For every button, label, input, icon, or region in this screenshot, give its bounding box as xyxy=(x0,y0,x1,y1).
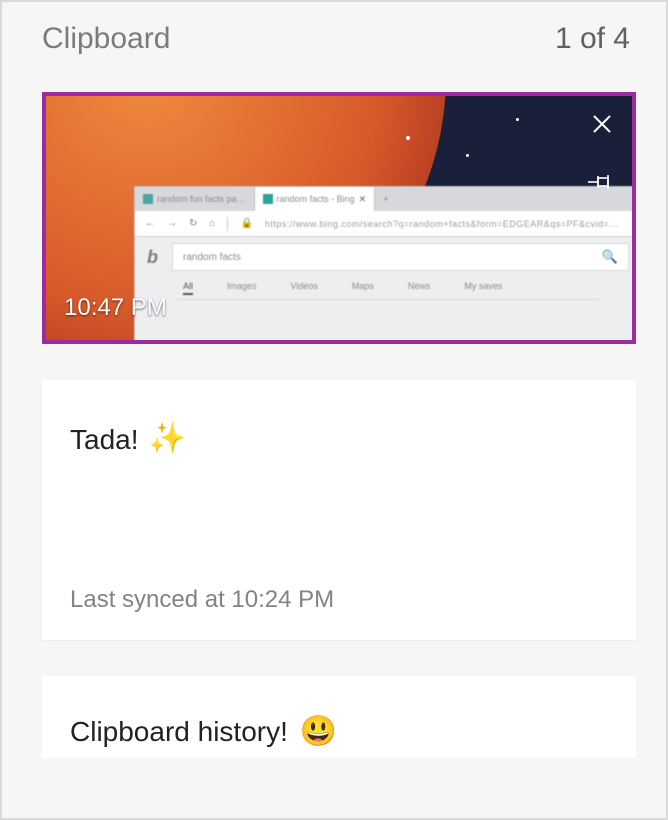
clip-text: Tada! xyxy=(70,424,139,456)
clipboard-item-text[interactable]: Clipboard history! 😃 xyxy=(42,676,636,758)
sparkles-icon: ✨ xyxy=(149,424,186,454)
clipboard-panel: Clipboard 1 of 4 random fun facts pa… ra… xyxy=(0,0,668,820)
clip-text: Clipboard history! xyxy=(70,716,288,748)
sync-status: Last synced at 10:24 PM xyxy=(70,586,608,614)
browser-window-thumbnail: random fun facts pa… random facts - Bing… xyxy=(134,186,636,344)
close-icon[interactable] xyxy=(590,112,614,136)
clipboard-item-image[interactable]: random fun facts pa… random facts - Bing… xyxy=(42,92,636,344)
item-counter: 1 of 4 xyxy=(555,22,630,56)
clipboard-item-text[interactable]: Tada! ✨ Last synced at 10:24 PM xyxy=(42,380,636,640)
panel-title: Clipboard xyxy=(42,22,170,56)
pin-icon[interactable] xyxy=(586,172,616,192)
clipboard-items-list[interactable]: random fun facts pa… random facts - Bing… xyxy=(2,64,666,818)
panel-header: Clipboard 1 of 4 xyxy=(2,2,666,64)
smiley-icon: 😃 xyxy=(300,717,337,747)
clip-timestamp: 10:47 PM xyxy=(64,294,167,322)
